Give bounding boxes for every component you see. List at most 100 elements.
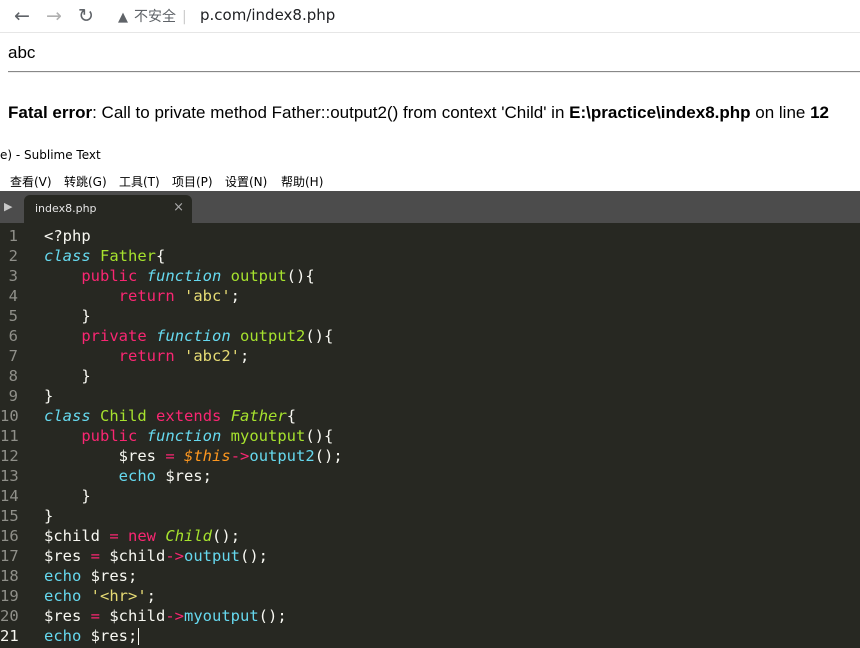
code-token: ();	[212, 527, 241, 545]
line-number: 13	[0, 467, 19, 485]
window-title: e) - Sublime Text	[0, 142, 860, 168]
code-line: }	[44, 486, 343, 506]
menu-preferences[interactable]: 设置(N)	[225, 173, 267, 190]
code-token: function	[156, 327, 231, 345]
code-token: }	[44, 507, 54, 525]
address-bar[interactable]: p.com/index8.php	[200, 6, 335, 24]
code-line: return 'abc';	[44, 286, 343, 306]
code-token: }	[44, 487, 91, 505]
code-token: }	[44, 387, 54, 405]
line-number-gutter: 1 2 3 4 5 6 7 8 9 10 11 12 13 14 15 16 17 18 19 20 21	[0, 226, 30, 646]
tab-label: index8.php	[35, 202, 97, 215]
code-line: private function output2(){	[44, 326, 343, 346]
code-line: echo $res;	[44, 466, 343, 486]
sublime-window: e) - Sublime Text 查看(V) 转跳(G) 工具(T) 项目(P…	[0, 142, 860, 648]
security-indicator[interactable]: ▲ 不安全 |	[118, 6, 187, 26]
close-icon[interactable]: ×	[173, 200, 184, 215]
code-token: }	[44, 367, 91, 385]
menu-tools[interactable]: 工具(T)	[119, 173, 160, 190]
back-icon[interactable]: ←	[10, 4, 34, 28]
error-file: E:\practice\index8.php	[569, 103, 751, 122]
divider: |	[182, 9, 187, 25]
line-number: 11	[0, 427, 19, 445]
text-cursor	[138, 628, 140, 645]
line-number: 4	[8, 287, 18, 305]
menu-project[interactable]: 项目(P)	[172, 173, 213, 190]
line-number: 5	[8, 307, 18, 325]
code-token: ->	[230, 447, 250, 465]
line-number: 8	[8, 367, 18, 385]
code-token: ();	[240, 547, 269, 565]
code-token: output2	[240, 327, 306, 345]
menu-view[interactable]: 查看(V)	[10, 173, 52, 190]
line-number: 18	[0, 567, 19, 585]
code-line: class Child extends Father{	[44, 406, 343, 426]
code-token: output2	[249, 447, 315, 465]
code-editor[interactable]: 1 2 3 4 5 6 7 8 9 10 11 12 13 14 15 16 17 18 19 20 21 <?php c…	[0, 223, 860, 648]
code-token: ();	[258, 607, 287, 625]
code-token: ->	[165, 547, 185, 565]
code-token: Father	[100, 247, 157, 265]
menu-goto[interactable]: 转跳(G)	[64, 173, 107, 190]
code-line: $res = $child->myoutput();	[44, 606, 343, 626]
code-token: return	[118, 287, 175, 305]
line-number: 1	[8, 227, 18, 245]
line-number: 3	[8, 267, 18, 285]
reload-icon[interactable]: ↻	[74, 4, 98, 28]
line-number: 17	[0, 547, 19, 565]
forward-icon[interactable]: →	[42, 4, 66, 28]
code-area[interactable]: <?php class Father{ public function outpu…	[44, 226, 343, 646]
line-number: 10	[0, 407, 19, 425]
code-token: $res;	[81, 627, 138, 645]
code-token: Child	[165, 527, 213, 545]
code-token: return	[118, 347, 175, 365]
code-token: =	[165, 447, 175, 465]
code-line: echo $res;	[44, 566, 343, 586]
code-token: 'abc'	[184, 287, 231, 305]
code-token: echo	[44, 567, 82, 585]
security-label: 不安全	[134, 9, 176, 25]
menu-help[interactable]: 帮助(H)	[281, 173, 323, 190]
code-token: $res;	[155, 467, 212, 485]
code-token: public	[81, 427, 138, 445]
code-line: }	[44, 306, 343, 326]
code-token: }	[44, 307, 91, 325]
code-line: <?php	[44, 226, 343, 246]
code-token: myoutput	[230, 427, 306, 445]
line-number: 7	[8, 347, 18, 365]
code-token: output	[184, 547, 241, 565]
menu-bar: 查看(V) 转跳(G) 工具(T) 项目(P) 设置(N) 帮助(H)	[0, 170, 860, 190]
sidebar-toggle-icon[interactable]: ▶	[4, 200, 12, 213]
line-number: 16	[0, 527, 19, 545]
code-token: $res	[44, 607, 91, 625]
code-token: ;	[240, 347, 250, 365]
code-token: extends	[156, 407, 222, 425]
code-token: function	[146, 267, 222, 285]
code-line: $child = new Child();	[44, 526, 343, 546]
tab-bar: ▶ index8.php ×	[0, 191, 860, 223]
error-prefix: Fatal error	[8, 103, 93, 122]
tab-index8[interactable]: index8.php ×	[24, 195, 192, 223]
line-number: 15	[0, 507, 19, 525]
code-token: (){	[305, 427, 334, 445]
code-token: $res	[44, 447, 166, 465]
code-token: ();	[314, 447, 343, 465]
code-token: ->	[165, 607, 185, 625]
code-line: $res = $child->output();	[44, 546, 343, 566]
error-on-line: on line	[750, 103, 811, 122]
horizontal-rule	[8, 71, 860, 73]
code-token: $res;	[81, 567, 138, 585]
code-token: class	[44, 247, 91, 265]
code-line: public function myoutput(){	[44, 426, 343, 446]
